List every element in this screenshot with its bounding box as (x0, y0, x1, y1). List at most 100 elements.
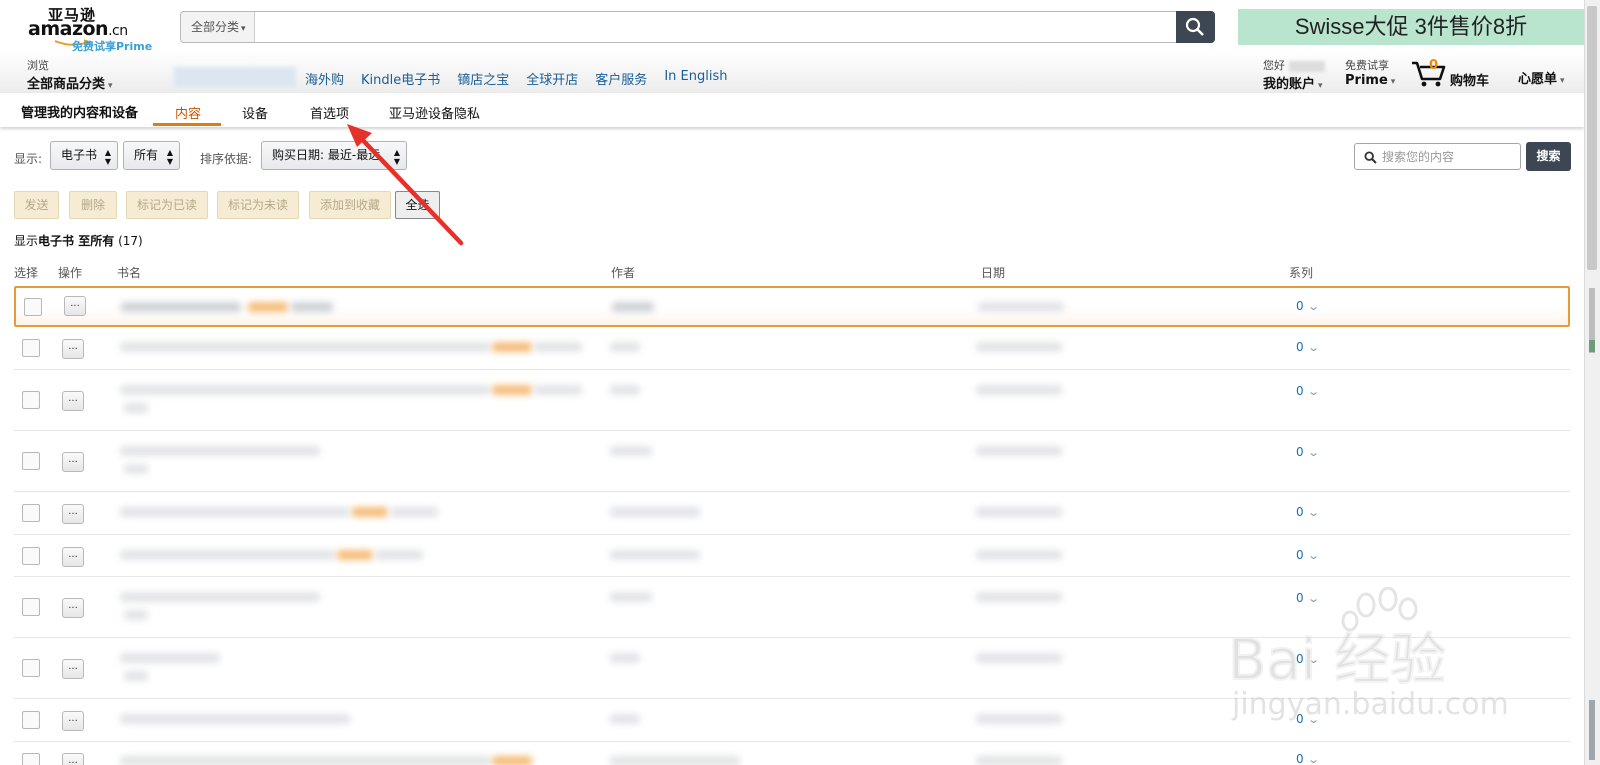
row-checkbox[interactable] (22, 391, 40, 409)
row-checkbox[interactable] (22, 504, 40, 522)
blurred-title (492, 756, 532, 765)
nav-link-shop-treasure[interactable]: 镝店之宝 (457, 69, 509, 88)
blurred-title (248, 302, 288, 312)
blurred-author (612, 302, 654, 312)
row-actions-button[interactable]: ... (64, 296, 86, 316)
row-actions-button[interactable]: ... (62, 598, 84, 618)
select-all-button[interactable]: 全选 (395, 191, 440, 219)
chevron-down-icon: ⌄ (1306, 341, 1320, 354)
active-tab-indicator (153, 123, 221, 126)
prime-menu[interactable]: 免费试享 Prime ▾ (1345, 57, 1395, 88)
table-row[interactable]: ... 0 ⌄ (14, 432, 1570, 492)
updown-icon: ▲ ▼ (393, 148, 400, 166)
main-search-input[interactable] (257, 12, 1157, 42)
mark-read-button[interactable]: 标记为已读 (126, 191, 208, 219)
series-count[interactable]: 0 ⌄ (1296, 752, 1320, 765)
main-search-button[interactable] (1176, 11, 1215, 43)
nav-link-in-english[interactable]: In English (664, 69, 727, 88)
table-row[interactable]: ... 0 ⌄ (14, 743, 1570, 765)
row-actions-button[interactable]: ... (62, 753, 84, 765)
row-checkbox[interactable] (22, 598, 40, 616)
tab-devices[interactable]: 设备 (242, 103, 268, 122)
page-scrollbar-thumb[interactable] (1587, 6, 1597, 270)
table-row[interactable]: ... 0 ⌄ (14, 371, 1570, 431)
chevron-down-icon: ⌄ (1306, 300, 1320, 313)
row-checkbox[interactable] (22, 339, 40, 357)
nav-link-overseas[interactable]: 海外购 (305, 69, 344, 88)
promo-banner[interactable]: Swisse大促 3件售价8折 (1238, 9, 1584, 45)
blurred-date (978, 302, 1064, 312)
table-row[interactable]: ... 0 ⌄ (14, 286, 1570, 327)
mark-unread-button[interactable]: 标记为未读 (217, 191, 299, 219)
col-header-select: 选择 (14, 266, 39, 280)
row-checkbox[interactable] (22, 452, 40, 470)
content-search-input[interactable] (1382, 147, 1514, 167)
blurred-author (610, 342, 640, 352)
browse-big-label: 全部商品分类 (27, 77, 106, 92)
caret-down-icon: ▾ (108, 81, 113, 91)
amazon-logo[interactable]: 亚马逊 amazon.cn 免费试享Prime (28, 4, 158, 53)
tab-content[interactable]: 内容 (175, 103, 201, 122)
nav-link-global-selling[interactable]: 全球开店 (526, 69, 578, 88)
table-row[interactable]: ... 0 ⌄ (14, 328, 1570, 370)
col-header-author[interactable]: 作者 (611, 264, 635, 281)
series-count[interactable]: 0 ⌄ (1296, 505, 1320, 519)
series-value: 0 (1296, 752, 1304, 765)
blurred-author (610, 592, 652, 602)
row-checkbox[interactable] (22, 753, 40, 765)
row-checkbox[interactable] (22, 547, 40, 565)
delete-button[interactable]: 删除 (69, 191, 117, 219)
series-value: 0 (1296, 505, 1304, 519)
top-header: 亚马逊 amazon.cn 免费试享Prime 全部分类 ▾ Swisse大促 3… (0, 0, 1600, 93)
blurred-author (610, 507, 700, 517)
row-checkbox[interactable] (22, 711, 40, 729)
row-actions-button[interactable]: ... (62, 659, 84, 679)
series-count[interactable]: 0 ⌄ (1296, 384, 1320, 398)
scroll-marker (1589, 700, 1595, 760)
content-search-button[interactable]: 搜索 (1526, 142, 1571, 171)
blurred-username (1288, 60, 1325, 72)
row-actions-button[interactable]: ... (62, 711, 84, 731)
series-count[interactable]: 0 ⌄ (1296, 548, 1320, 562)
blurred-title (120, 756, 490, 765)
subnav-title[interactable]: 管理我的内容和设备 (21, 102, 138, 121)
browse-all-categories[interactable]: 浏览 全部商品分类 ▾ (27, 57, 113, 92)
wishlist-menu[interactable]: 心愿单 ▾ (1518, 68, 1565, 87)
row-actions-button[interactable]: ... (62, 547, 84, 567)
table-row[interactable]: ... 0 ⌄ (14, 536, 1570, 577)
tab-preferences[interactable]: 首选项 (310, 103, 349, 122)
nav-link-customer-service[interactable]: 客户服务 (595, 69, 647, 88)
series-count[interactable]: 0 ⌄ (1296, 445, 1320, 459)
account-menu[interactable]: 您好 我的账户 ▾ (1263, 57, 1325, 92)
cart-button[interactable]: 0 购物车 (1410, 58, 1492, 89)
chevron-down-icon: ⌄ (1306, 549, 1320, 562)
col-header-title[interactable]: 书名 (117, 264, 141, 281)
row-actions-button[interactable]: ... (62, 391, 84, 411)
series-count[interactable]: 0 ⌄ (1296, 340, 1320, 354)
row-actions-button[interactable]: ... (62, 339, 84, 359)
caret-down-icon: ▾ (1318, 81, 1323, 91)
row-checkbox[interactable] (22, 659, 40, 677)
scope-select[interactable]: 所有 ▲ ▼ (123, 141, 180, 170)
sort-select[interactable]: 购买日期: 最近-最远 ▲ ▼ (261, 141, 407, 170)
series-count[interactable]: 0 ⌄ (1296, 299, 1320, 313)
showing-summary: 显示电子书 至所有 (17) (14, 232, 143, 249)
blurred-title (120, 653, 220, 663)
blurred-author (610, 446, 652, 456)
row-checkbox[interactable] (24, 298, 42, 316)
table-row[interactable]: ... 0 ⌄ (14, 493, 1570, 535)
row-actions-button[interactable]: ... (62, 504, 84, 524)
tab-device-privacy[interactable]: 亚马逊设备隐私 (389, 103, 480, 122)
col-header-date[interactable]: 日期 (981, 264, 1005, 281)
nav-link-kindle[interactable]: Kindle电子书 (361, 69, 440, 88)
sort-label: 排序依据: (200, 152, 253, 166)
blurred-title (120, 592, 320, 602)
content-type-select[interactable]: 电子书 ▲ ▼ (50, 141, 118, 170)
row-actions-button[interactable]: ... (62, 452, 84, 472)
blurred-author (610, 550, 700, 560)
series-value: 0 (1296, 299, 1304, 313)
add-to-collection-button[interactable]: 添加到收藏 (309, 191, 391, 219)
send-button[interactable]: 发送 (14, 191, 59, 219)
series-value: 0 (1296, 340, 1304, 354)
search-category-select[interactable]: 全部分类 ▾ (181, 12, 255, 42)
